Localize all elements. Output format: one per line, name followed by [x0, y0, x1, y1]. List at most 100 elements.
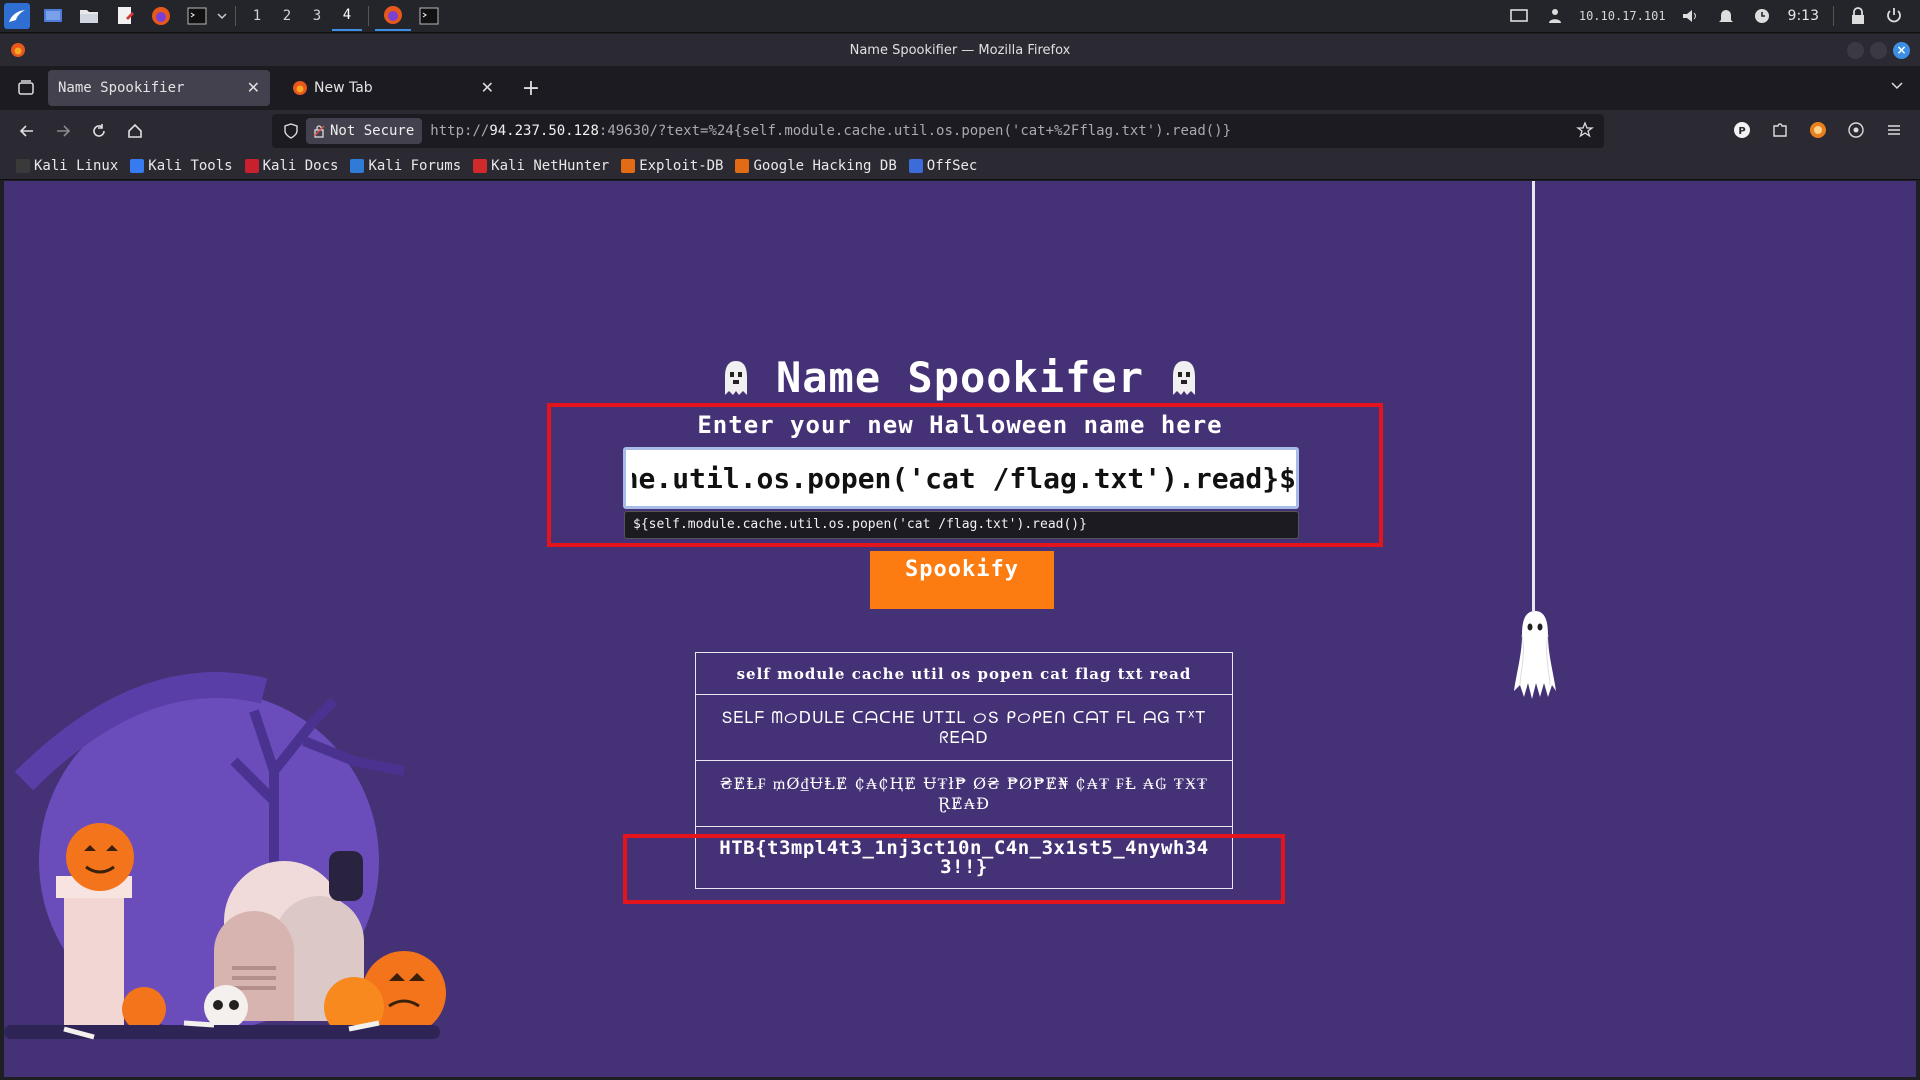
web-page-content: Name Spookifer Enter your new Halloween …: [4, 181, 1916, 1077]
ghost-icon: [724, 360, 747, 395]
firefox-icon: [11, 43, 25, 57]
bookmark-item[interactable]: Kali Docs: [244, 157, 339, 174]
bookmark-item[interactable]: Google Hacking DB: [735, 157, 897, 174]
bookmark-favicon-icon: [621, 158, 636, 173]
home-button[interactable]: [118, 114, 152, 148]
bookmark-favicon-icon: [350, 158, 365, 173]
bookmark-item[interactable]: Kali Tools: [130, 158, 233, 174]
vpn-icon[interactable]: [1542, 3, 1568, 29]
close-tab-icon[interactable]: ✕: [247, 78, 260, 97]
window-title: Name Spookifier — Mozilla Firefox: [849, 42, 1071, 58]
extensions-icon[interactable]: [1766, 116, 1794, 144]
display-icon[interactable]: [1506, 3, 1532, 29]
volume-icon[interactable]: [1677, 3, 1703, 29]
minimize-button[interactable]: [1847, 42, 1864, 59]
maximize-button[interactable]: [1870, 42, 1887, 59]
bookmark-item[interactable]: OffSec: [908, 158, 977, 174]
bookmark-favicon-icon: [735, 158, 750, 173]
result-cell: ՏᎬᏞᖴ ᗰᝪᗞᑌᏞᎬ ᑕᗩᑕᕼᎬ ᑌᎢᏆᏞ ᝪՏ ᑭᝪᑭᎬᑎ ᑕᗩᎢ ᖴᏞ ᗩ…: [695, 694, 1233, 761]
address-bar[interactable]: Not Secure http://94.237.50.128:49630/?t…: [272, 114, 1604, 148]
svg-text:P: P: [1738, 126, 1745, 137]
bookmarks-toolbar: Kali Linux Kali Tools Kali Docs Kali Forums…: [0, 152, 1920, 180]
bookmark-label: Google Hacking DB: [753, 157, 897, 174]
ghost-icon: [1173, 360, 1195, 395]
text-editor-icon[interactable]: [112, 3, 138, 29]
bookmark-favicon-icon: [244, 158, 259, 173]
lock-icon[interactable]: [1845, 3, 1871, 29]
tracking-protection-shield-icon[interactable]: [276, 116, 306, 146]
wappalyzer-icon[interactable]: [1842, 116, 1870, 144]
navigation-toolbar: Not Secure http://94.237.50.128:49630/?t…: [0, 110, 1920, 152]
terminal-icon: [419, 7, 439, 25]
highlight-box-flag: [623, 834, 1285, 904]
file-manager-icon[interactable]: [76, 3, 102, 29]
bookmark-item[interactable]: Kali Linux: [16, 158, 118, 174]
firefox-icon: [384, 6, 402, 24]
spookify-button[interactable]: Spookify: [870, 551, 1054, 609]
home-icon: [128, 123, 142, 138]
bookmark-label: Kali Docs: [262, 157, 339, 174]
panel-clock[interactable]: 9:13: [1788, 8, 1819, 24]
reload-button[interactable]: [82, 114, 116, 148]
list-all-tabs-icon[interactable]: [1890, 78, 1904, 96]
tab-new-tab[interactable]: New Tab ✕: [282, 70, 504, 106]
reload-icon: [93, 124, 105, 137]
hanging-ghost-icon: [1514, 611, 1556, 699]
broken-lock-icon: [313, 125, 325, 138]
terminal-launcher-icon[interactable]: [184, 3, 210, 29]
table-row: ՏᎬᏞᖴ ᗰᝪᗞᑌᏞᎬ ᑕᗩᑕᕼᎬ ᑌᎢᏆᏞ ᝪՏ ᑭᝪᑭᎬᑎ ᑕᗩᎢ ᖴᏞ ᗩ…: [695, 694, 1233, 761]
new-tab-button[interactable]: +: [516, 76, 546, 101]
chevron-down-icon[interactable]: [215, 3, 229, 29]
url-prefix: http://: [430, 123, 490, 139]
bookmark-favicon-icon: [473, 158, 488, 173]
url-text[interactable]: http://94.237.50.128:49630/?text=%24{sel…: [430, 123, 1231, 139]
hamburger-menu-icon[interactable]: [1880, 116, 1908, 144]
tab-label: Name Spookifier: [58, 80, 185, 96]
show-desktop-icon[interactable]: [40, 3, 66, 29]
workspace-1[interactable]: 1: [242, 1, 272, 31]
back-button[interactable]: [10, 114, 44, 148]
url-path: :49630/?text=%24{self.module.cache.util.…: [598, 123, 1232, 139]
firefox-icon: [293, 81, 307, 95]
result-cell: self module cache util os popen cat flag…: [695, 652, 1233, 695]
not-secure-label: Not Secure: [330, 123, 415, 139]
url-host: 94.237.50.128: [489, 123, 599, 139]
workspace-4[interactable]: 4: [332, 1, 362, 31]
ip-address: 10.10.17.101: [1578, 9, 1666, 23]
workspace-2[interactable]: 2: [272, 1, 302, 31]
bookmark-item[interactable]: Kali NetHunter: [473, 158, 609, 174]
bookmark-item[interactable]: Exploit-DB: [621, 158, 723, 174]
page-heading: Name Spookifer: [4, 353, 1916, 402]
bookmark-favicon-icon: [908, 158, 923, 173]
close-tab-icon[interactable]: ✕: [481, 78, 494, 97]
close-window-button[interactable]: ×: [1893, 42, 1910, 59]
not-secure-indicator[interactable]: Not Secure: [306, 118, 423, 144]
halloween-graveyard-illustration: [4, 672, 446, 1040]
tab-label: New Tab: [314, 80, 373, 96]
forward-button[interactable]: [46, 114, 80, 148]
panel-separator: [368, 6, 369, 26]
taskbar-terminal[interactable]: [411, 1, 447, 31]
firefox-launcher-icon[interactable]: [148, 3, 174, 29]
bookmark-label: Kali Forums: [368, 157, 462, 174]
table-row: self module cache util os popen cat flag…: [695, 652, 1233, 695]
pocket-icon[interactable]: P: [1728, 116, 1756, 144]
notification-bell-icon[interactable]: [1713, 3, 1739, 29]
view-recent-browsing-icon[interactable]: [12, 74, 40, 102]
tab-name-spookifier[interactable]: Name Spookifier ✕: [48, 70, 270, 106]
result-cell: ₴ɆⱠ₣ ₥Ø₫ɄⱠɆ ₵₳₵ⱧɆ Ʉ₮ł₱ Ø₴ ₱Ø₱Ɇ₦ ₵₳₮ ₣Ⱡ ₳…: [695, 760, 1233, 827]
bookmark-favicon-icon: [130, 158, 145, 173]
taskbar-firefox[interactable]: [375, 1, 411, 31]
arrow-right-icon: [57, 125, 71, 137]
table-row: ₴ɆⱠ₣ ₥Ø₫ɄⱠɆ ₵₳₵ⱧɆ Ʉ₮ł₱ Ø₴ ₱Ø₱Ɇ₦ ₵₳₮ ₣Ⱡ ₳…: [695, 760, 1233, 827]
power-icon[interactable]: [1881, 3, 1907, 29]
clock-icon: [1749, 3, 1775, 29]
workspace-3[interactable]: 3: [302, 1, 332, 31]
bookmark-item[interactable]: Kali Forums: [350, 158, 461, 174]
kali-menu-icon[interactable]: [4, 3, 30, 29]
bookmark-label: Kali NetHunter: [491, 157, 610, 174]
foxyproxy-icon[interactable]: [1804, 116, 1832, 144]
window-titlebar: Name Spookifier — Mozilla Firefox ×: [0, 34, 1920, 66]
panel-separator: [235, 6, 236, 26]
bookmark-star-icon[interactable]: [1576, 121, 1594, 143]
